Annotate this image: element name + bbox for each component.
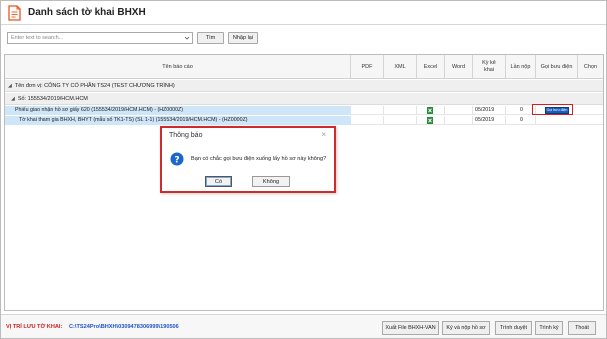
row-period: 05/2019	[473, 116, 506, 125]
yes-button[interactable]: Có	[205, 176, 232, 187]
excel-icon[interactable]	[427, 107, 433, 114]
save-path-value[interactable]: C:\TS24Pro\BHXH\0309478306999\190506	[69, 324, 179, 330]
row-report-name[interactable]: Phiếu giao nhận hồ sơ giấy 620 (155534/2…	[5, 106, 351, 115]
row-submit-count: 0	[506, 116, 536, 125]
group-document[interactable]: ◢ Số: 155534/2019/HCM.HCM	[5, 93, 603, 105]
export-bhxh-van-button[interactable]: Xuất File BHXH-VAN	[382, 321, 439, 335]
col-excel[interactable]: Excel	[417, 55, 445, 79]
col-submit-count[interactable]: Lần nộp	[506, 55, 536, 79]
dialog-title: Thông báo	[169, 132, 203, 139]
search-box[interactable]	[7, 32, 193, 44]
col-word[interactable]: Word	[445, 55, 473, 79]
row-pdf-cell	[351, 106, 384, 115]
window-title: Danh sách tờ khai BHXH	[28, 7, 146, 18]
col-select[interactable]: Chọn	[578, 55, 603, 79]
table-row[interactable]: Tờ khai tham gia BHXH, BHYT (mẫu số TK1-…	[5, 116, 603, 125]
group-company-label: Tên đơn vị: CÔNG TY CỔ PHẦN TS24 (TEST C…	[14, 82, 175, 89]
col-pdf[interactable]: PDF	[351, 55, 384, 79]
row-excel-cell[interactable]	[417, 116, 445, 125]
col-period[interactable]: Kỳ kê khai	[473, 55, 506, 79]
browse-button[interactable]: Trình duyệt	[495, 321, 532, 335]
sign-submit-button[interactable]: Ký và nộp hồ sơ	[442, 321, 490, 335]
dialog-message: Bạn có chắc gọi bưu điện xuống lấy hồ sơ…	[191, 156, 327, 162]
title-bar: Danh sách tờ khai BHXH	[1, 1, 606, 25]
search-button[interactable]: Tìm	[197, 32, 224, 44]
no-button[interactable]: Không	[252, 176, 290, 187]
row-word-cell	[445, 106, 473, 115]
collapse-triangle-icon[interactable]: ◢	[11, 96, 15, 102]
col-xml[interactable]: XML	[384, 55, 417, 79]
sign-button[interactable]: Trình ký	[535, 321, 563, 335]
reset-button[interactable]: Nhập lại	[228, 32, 258, 44]
close-icon[interactable]: ×	[321, 130, 326, 139]
row-word-cell	[445, 116, 473, 125]
confirm-dialog: Thông báo × ? Bạn có chắc gọi bưu điện x…	[160, 126, 336, 193]
row-pdf-cell	[351, 116, 384, 125]
exit-button[interactable]: Thoát	[568, 321, 596, 335]
footer-bar: VỊ TRÍ LƯU TỜ KHAI: C:\TS24Pro\BHXH\0309…	[1, 314, 606, 338]
row-excel-cell[interactable]	[417, 106, 445, 115]
row-period: 05/2019	[473, 106, 506, 115]
collapse-triangle-icon[interactable]: ◢	[8, 83, 12, 89]
question-icon: ?	[170, 152, 184, 166]
row-xml-cell	[384, 116, 417, 125]
col-post-office[interactable]: Gọi bưu điện	[536, 55, 578, 79]
row-report-name[interactable]: Tờ khai tham gia BHXH, BHYT (mẫu số TK1-…	[5, 116, 351, 125]
main-window: Danh sách tờ khai BHXH Tìm Nhập lại Tên …	[0, 0, 607, 339]
group-document-label: Số: 155534/2019/HCM.HCM	[17, 95, 88, 102]
table-row[interactable]: Phiếu giao nhận hồ sơ giấy 620 (155534/2…	[5, 106, 603, 115]
highlight-box	[532, 104, 573, 115]
excel-icon[interactable]	[427, 117, 433, 124]
group-company[interactable]: ◢ Tên đơn vị: CÔNG TY CỔ PHẦN TS24 (TEST…	[5, 80, 603, 92]
document-icon	[8, 5, 21, 21]
save-path-label: VỊ TRÍ LƯU TỜ KHAI:	[6, 324, 63, 330]
chevron-down-icon[interactable]	[184, 35, 190, 41]
grid-header: Tên báo cáo PDF XML Excel Word Kỳ kê kha…	[5, 55, 603, 79]
row-xml-cell	[384, 106, 417, 115]
search-input[interactable]	[8, 33, 180, 43]
svg-text:?: ?	[174, 155, 179, 165]
col-report-name[interactable]: Tên báo cáo	[5, 55, 351, 79]
